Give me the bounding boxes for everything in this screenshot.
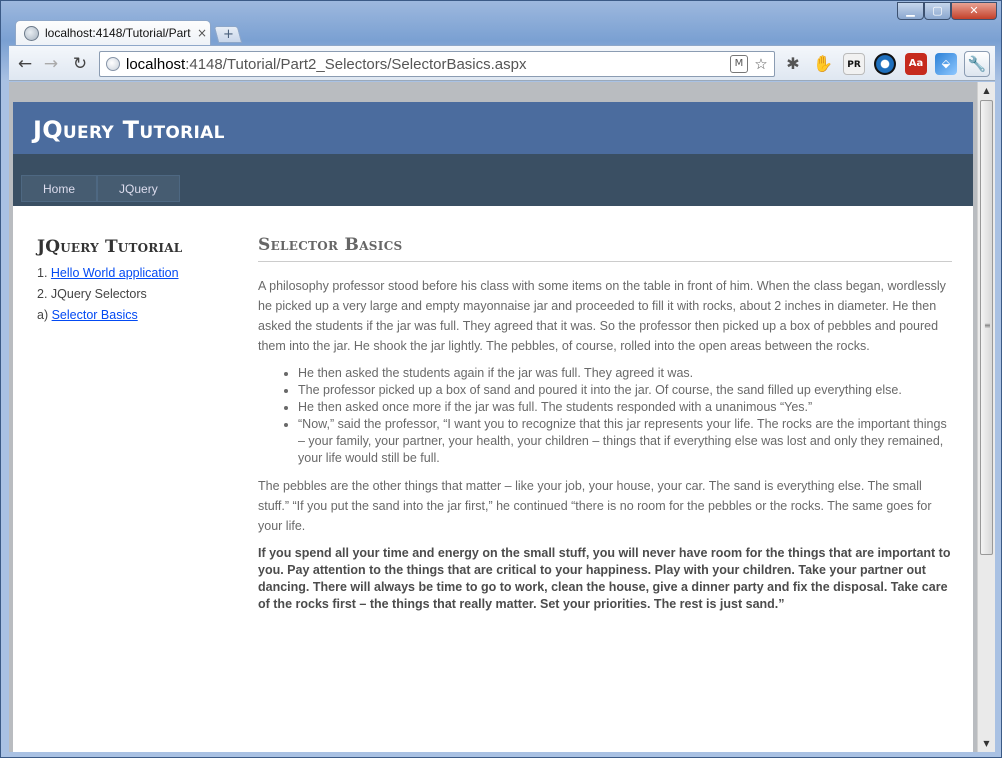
tab-title: localhost:4148/Tutorial/Part (45, 26, 191, 40)
acrobat-icon[interactable]: Aa (905, 53, 927, 75)
new-tab-button[interactable]: + (213, 26, 243, 43)
puzzle-icon[interactable]: ⬙ (935, 53, 957, 75)
grip-icon: ≡ (984, 321, 991, 330)
sidebar-item-selector-basics: a) Selector Basics (37, 308, 138, 322)
wrench-icon[interactable]: 🔧 (964, 51, 990, 77)
paragraph-conclusion: If you spend all your time and energy on… (258, 546, 951, 611)
bug-icon[interactable]: ✱ (782, 53, 804, 75)
browser-tab[interactable]: localhost:4148/Tutorial/Part × (15, 20, 211, 45)
menu-item-jquery[interactable]: JQuery (97, 175, 180, 202)
bullet-list: He then asked the students again if the … (298, 365, 952, 467)
vertical-scrollbar[interactable]: ▲ ≡ ▼ (977, 82, 995, 752)
star-icon[interactable]: ☆ (752, 55, 770, 73)
scroll-down-arrow-icon[interactable]: ▼ (978, 735, 995, 752)
paragraph-pebbles: The pebbles are the other things that ma… (258, 479, 932, 533)
plus-icon: + (222, 27, 234, 42)
list-item: “Now,” said the professor, “I want you t… (298, 416, 952, 467)
site-header: JQuery Tutorial (13, 102, 973, 154)
list-item: The professor picked up a box of sand an… (298, 382, 952, 399)
m-icon[interactable]: M (730, 55, 748, 73)
minimize-button[interactable]: ▁ (897, 2, 924, 20)
browser-toolbar: ← → ↻ localhost:4148/Tutorial/Part2_Sele… (9, 45, 995, 81)
forward-arrow-icon[interactable]: → (41, 54, 61, 74)
site-title: JQuery Tutorial (33, 116, 225, 144)
list-item: He then asked the students again if the … (298, 365, 952, 382)
maximize-button[interactable]: ▢ (924, 2, 951, 20)
paragraph-intro: A philosophy professor stood before his … (258, 279, 946, 353)
page-viewport: JQuery Tutorial Home JQuery JQuery Tutor… (9, 82, 995, 752)
web-page: JQuery Tutorial Home JQuery JQuery Tutor… (13, 102, 973, 752)
tab-close-icon[interactable]: × (197, 26, 207, 40)
menu-bar: Home JQuery (13, 154, 973, 206)
eye-icon[interactable] (874, 53, 896, 75)
address-bar[interactable]: localhost:4148/Tutorial/Part2_Selectors/… (99, 51, 775, 77)
menu-item-home[interactable]: Home (21, 175, 98, 202)
sidebar-item-jquery-selectors: 2. JQuery Selectors (37, 287, 147, 301)
sidebar-link-hello-world[interactable]: Hello World application (51, 266, 179, 280)
reload-icon[interactable]: ↻ (70, 54, 90, 74)
sidebar-title: JQuery Tutorial (37, 237, 183, 257)
page-heading: Selector Basics (258, 235, 952, 262)
main-content: Selector Basics A philosophy professor s… (258, 235, 952, 622)
sidebar-item-hello-world: 1. Hello World application (37, 266, 179, 280)
list-item: He then asked once more if the jar was f… (298, 399, 952, 416)
page-icon (106, 57, 120, 71)
back-arrow-icon[interactable]: ← (15, 54, 35, 74)
sidebar: JQuery Tutorial 1. Hello World applicati… (37, 237, 237, 326)
sidebar-link-selector-basics[interactable]: Selector Basics (52, 308, 138, 322)
scroll-thumb[interactable]: ≡ (980, 100, 993, 555)
globe-icon (24, 25, 39, 41)
hand-icon[interactable]: ✋ (812, 53, 834, 75)
scroll-up-arrow-icon[interactable]: ▲ (978, 82, 995, 99)
pr-icon[interactable]: PR (843, 53, 865, 75)
close-button[interactable]: ✕ (951, 2, 997, 20)
browser-window: localhost:4148/Tutorial/Part × + ▁ ▢ ✕ ←… (0, 0, 1002, 758)
url-text[interactable]: localhost:4148/Tutorial/Part2_Selectors/… (126, 56, 526, 73)
